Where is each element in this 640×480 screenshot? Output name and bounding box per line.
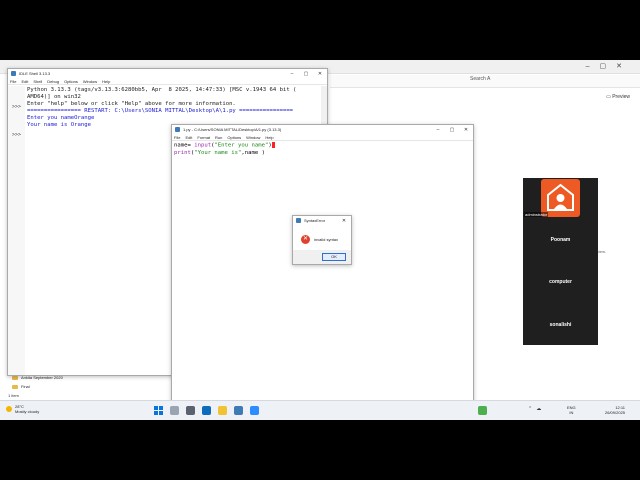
close-icon[interactable]: ✕ — [459, 127, 473, 133]
edge-icon[interactable] — [202, 406, 211, 415]
shell-input-prompt-line: Enter you nameOrange — [27, 115, 95, 121]
python-icon — [296, 218, 301, 223]
explorer-search-box[interactable]: Search A — [470, 76, 490, 82]
dialog-controls: ✕ — [337, 218, 351, 224]
editor-code-area[interactable]: name= input("Enter you name") print("Your… — [174, 142, 275, 157]
maximize-icon[interactable]: ▢ — [445, 127, 459, 133]
folder-icon — [12, 384, 18, 389]
editor-menubar: File Edit Format Run Options Window Help — [172, 134, 473, 141]
shell-output[interactable]: Python 3.13.3 (tags/v3.13.3:6280bb5, Apr… — [27, 87, 296, 129]
task-view-icon[interactable] — [186, 406, 195, 415]
error-icon: ✕ — [301, 235, 310, 244]
maximize-icon[interactable]: ▢ — [299, 71, 313, 77]
shell-titlebar[interactable]: IDLE Shell 3.13.3 – ▢ ✕ — [8, 69, 327, 78]
menu-options[interactable]: Options — [64, 79, 78, 84]
python-idle-icon[interactable] — [234, 406, 243, 415]
menu-window[interactable]: Window — [246, 135, 260, 140]
shell-window-controls: – ▢ ✕ — [285, 71, 327, 77]
preview-button[interactable]: Preview — [606, 94, 630, 100]
participant-name[interactable]: Poonam — [523, 237, 598, 243]
error-message: invalid syntax — [314, 237, 339, 242]
editor-title: 1.py - C:/Users/SONIA MITTAL/Desktop/A/1… — [183, 127, 282, 132]
file-explorer-icon[interactable] — [218, 406, 227, 415]
shell-title: IDLE Shell 3.13.3 — [19, 71, 51, 76]
python-icon — [11, 71, 16, 76]
syntax-error-dialog[interactable]: SyntaxError ✕ ✕ invalid syntax OK — [292, 215, 352, 265]
participant-name[interactable]: computer — [523, 279, 598, 285]
folder-item[interactable]: Final — [12, 384, 30, 389]
ok-button[interactable]: OK — [322, 253, 346, 261]
menu-options[interactable]: Options — [227, 135, 241, 140]
code-line: print("Your name is",name ) — [174, 149, 265, 156]
explorer-fragment-text: view. — [597, 249, 606, 254]
weather-widget[interactable]: 28°C Mostly cloudy — [6, 404, 39, 414]
editor-window-controls: – ▢ ✕ — [431, 127, 473, 133]
windows-taskbar: 28°C Mostly cloudy ⌃ ☁ ENG IN 12:11 26/09/2… — [0, 400, 640, 420]
menu-help[interactable]: Help — [102, 79, 110, 84]
menu-format[interactable]: Format — [197, 135, 210, 140]
minimize-icon[interactable]: – — [285, 71, 299, 77]
dialog-title: SyntaxError — [304, 218, 326, 223]
search-icon[interactable] — [170, 406, 179, 415]
shell-line: Python 3.13.3 (tags/v3.13.3:6280bb5, Apr… — [27, 87, 297, 93]
dialog-titlebar[interactable]: SyntaxError ✕ — [293, 216, 351, 225]
menu-debug[interactable]: Debug — [47, 79, 59, 84]
code-line: name= input("Enter you name") — [174, 142, 275, 150]
meeting-participants-panel: adminstrator Poonam computer sonalishi — [523, 178, 598, 345]
dialog-footer: OK — [293, 250, 351, 264]
weather-icon — [6, 406, 12, 412]
shell-line: AMD64)] on win32 — [27, 94, 81, 100]
clock[interactable]: 12:11 26/09/2025 — [605, 405, 625, 415]
menu-file[interactable]: File — [10, 79, 16, 84]
editor-window[interactable]: 1.py - C:/Users/SONIA MITTAL/Desktop/A/1… — [171, 124, 474, 420]
menu-shell[interactable]: Shell — [33, 79, 42, 84]
shell-restart-line: ================ RESTART: C:\Users\SONIA… — [27, 108, 294, 114]
app-icon[interactable] — [478, 406, 487, 415]
folder-icon — [12, 375, 18, 380]
close-icon[interactable]: ✕ — [337, 218, 351, 224]
clock-date: 26/09/2025 — [605, 410, 626, 415]
menu-help[interactable]: Help — [265, 135, 273, 140]
close-icon[interactable]: ✕ — [313, 71, 327, 77]
participant-name[interactable]: sonalishi — [523, 322, 598, 328]
zoom-icon[interactable] — [250, 406, 259, 415]
shell-prompt: >>> — [12, 104, 22, 110]
weather-condition: Mostly cloudy — [15, 409, 40, 414]
explorer-status-text: 1 item — [8, 393, 19, 398]
system-tray: ⌃ ☁ — [528, 406, 545, 412]
menu-edit[interactable]: Edit — [185, 135, 192, 140]
desktop-screen: –▢✕ Search A Preview view. Ankita Septem… — [0, 60, 640, 420]
participant-name-admin: adminstrator — [524, 212, 549, 217]
minimize-icon[interactable]: – — [431, 127, 445, 133]
shell-menubar: File Edit Shell Debug Options Window Hel… — [8, 78, 327, 85]
explorer-window-controls[interactable]: –▢✕ — [586, 62, 632, 70]
language-indicator[interactable]: ENG IN — [567, 405, 576, 415]
shell-prompt-gutter: >>> >>> — [8, 86, 25, 375]
onedrive-icon[interactable]: ☁ — [536, 406, 541, 412]
chevron-up-icon[interactable]: ⌃ — [528, 406, 532, 412]
start-button-icon[interactable] — [154, 406, 163, 415]
home-user-icon — [547, 183, 574, 211]
menu-window[interactable]: Window — [83, 79, 97, 84]
editor-titlebar[interactable]: 1.py - C:/Users/SONIA MITTAL/Desktop/A/1… — [172, 125, 473, 134]
menu-edit[interactable]: Edit — [21, 79, 28, 84]
python-file-icon — [175, 127, 180, 132]
menu-file[interactable]: File — [174, 135, 180, 140]
shell-prompt: >>> — [12, 132, 22, 138]
syntax-error-marker — [271, 142, 275, 148]
menu-run[interactable]: Run — [215, 135, 222, 140]
shell-line: Enter "help" below or click "Help" above… — [27, 101, 236, 107]
